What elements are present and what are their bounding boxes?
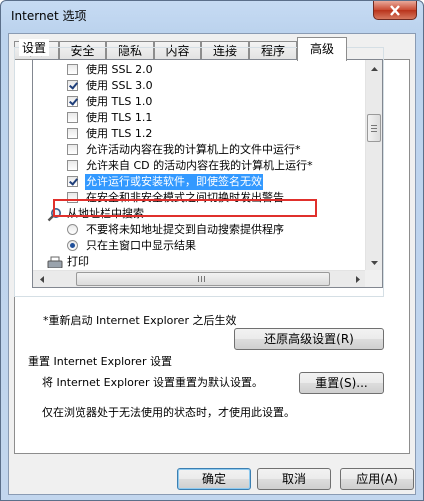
reset-section-title: 重置 Internet Explorer 设置 <box>28 355 172 368</box>
category-label: 打印 <box>67 255 89 268</box>
close-button[interactable] <box>373 1 417 20</box>
setting-ssl3[interactable]: 使用 SSL 3.0 <box>33 78 343 94</box>
internet-options-window: Internet 选项 常规 安全 隐私 内容 连接 程序 高级 设置 使用 S… <box>0 0 424 501</box>
setting-label: 不要将未知地址提交到自动搜索提供程序 <box>86 223 284 236</box>
close-icon <box>390 4 400 16</box>
category-print: 打印 <box>33 254 363 268</box>
tls12-checkbox[interactable] <box>67 128 78 139</box>
window-title: Internet 选项 <box>11 9 87 23</box>
setting-results-main-window[interactable]: 只在主窗口中显示结果 <box>33 238 363 254</box>
cancel-button[interactable]: 取消 <box>257 468 331 490</box>
annotation-highlight-box <box>53 199 317 217</box>
active-content-files-checkbox[interactable] <box>67 144 78 155</box>
setting-tls11[interactable]: 使用 TLS 1.1 <box>33 110 343 126</box>
allow-invalid-signature-checkbox[interactable] <box>67 176 78 187</box>
setting-label: 使用 TLS 1.2 <box>86 127 153 140</box>
setting-label: 使用 TLS 1.0 <box>86 95 153 108</box>
ssl2-checkbox[interactable] <box>67 64 78 75</box>
reset-description: 将 Internet Explorer 设置重置为默认设置。 <box>42 376 263 389</box>
printer-icon <box>47 256 63 268</box>
arrow-right-icon <box>355 276 360 283</box>
setting-label: 使用 SSL 2.0 <box>86 63 153 76</box>
vertical-scrollbar[interactable] <box>365 60 382 271</box>
setting-label: 使用 TLS 1.1 <box>86 111 153 124</box>
tab-advanced[interactable]: 高级 <box>297 37 347 61</box>
tls11-checkbox[interactable] <box>67 112 78 123</box>
setting-ssl2[interactable]: 使用 SSL 2.0 <box>33 62 343 78</box>
apply-button[interactable]: 应用(A) <box>340 468 414 490</box>
scroll-right-button[interactable] <box>349 271 366 287</box>
setting-label: 允许来自 CD 的活动内容在我的计算机上运行* <box>86 159 313 172</box>
restore-advanced-settings-button[interactable]: 还原高级设置(R) <box>234 328 384 350</box>
horizontal-scrollbar[interactable] <box>33 270 366 287</box>
settings-group-label: 设置 <box>19 39 50 56</box>
reset-button[interactable]: 重置(S)... <box>299 372 384 394</box>
arrow-left-icon <box>39 276 44 283</box>
setting-active-content-cd[interactable]: 允许来自 CD 的活动内容在我的计算机上运行* <box>33 158 363 174</box>
setting-label: 允许活动内容在我的计算机上的文件中运行* <box>86 143 301 156</box>
scroll-up-button[interactable] <box>366 60 382 77</box>
title-bar[interactable]: Internet 选项 <box>1 1 423 29</box>
results-main-window-radio[interactable] <box>67 240 78 251</box>
arrow-down-icon <box>371 260 378 265</box>
setting-label: 允许运行或安装软件，即使签名无效 <box>85 174 263 190</box>
arrow-up-icon <box>371 66 378 71</box>
setting-no-auto-search[interactable]: 不要将未知地址提交到自动搜索提供程序 <box>33 222 363 238</box>
setting-allow-invalid-signature[interactable]: 允许运行或安装软件，即使签名无效 <box>33 174 363 190</box>
scroll-left-button[interactable] <box>33 271 50 287</box>
horizontal-scroll-thumb[interactable] <box>76 272 330 286</box>
restart-note: *重新启动 Internet Explorer 之后生效 <box>43 314 237 327</box>
setting-tls10[interactable]: 使用 TLS 1.0 <box>33 94 343 110</box>
ok-button[interactable]: 确定 <box>177 468 251 490</box>
settings-list[interactable]: 使用 SSL 2.0 使用 SSL 3.0 使用 TLS 1.0 使用 TLS … <box>32 59 383 288</box>
ssl3-checkbox[interactable] <box>67 80 78 91</box>
setting-tls12[interactable]: 使用 TLS 1.2 <box>33 126 343 142</box>
setting-label: 使用 SSL 3.0 <box>86 79 153 92</box>
active-content-cd-checkbox[interactable] <box>67 160 78 171</box>
scroll-down-button[interactable] <box>366 254 382 271</box>
setting-label: 只在主窗口中显示结果 <box>86 239 196 252</box>
scrollbar-corner <box>365 270 382 287</box>
setting-active-content-files[interactable]: 允许活动内容在我的计算机上的文件中运行* <box>33 142 363 158</box>
tls10-checkbox[interactable] <box>67 96 78 107</box>
no-auto-search-radio[interactable] <box>67 224 78 235</box>
vertical-scroll-thumb[interactable] <box>367 114 381 142</box>
reset-note: 仅在浏览器处于无法使用的状态时，才使用此设置。 <box>42 406 295 419</box>
